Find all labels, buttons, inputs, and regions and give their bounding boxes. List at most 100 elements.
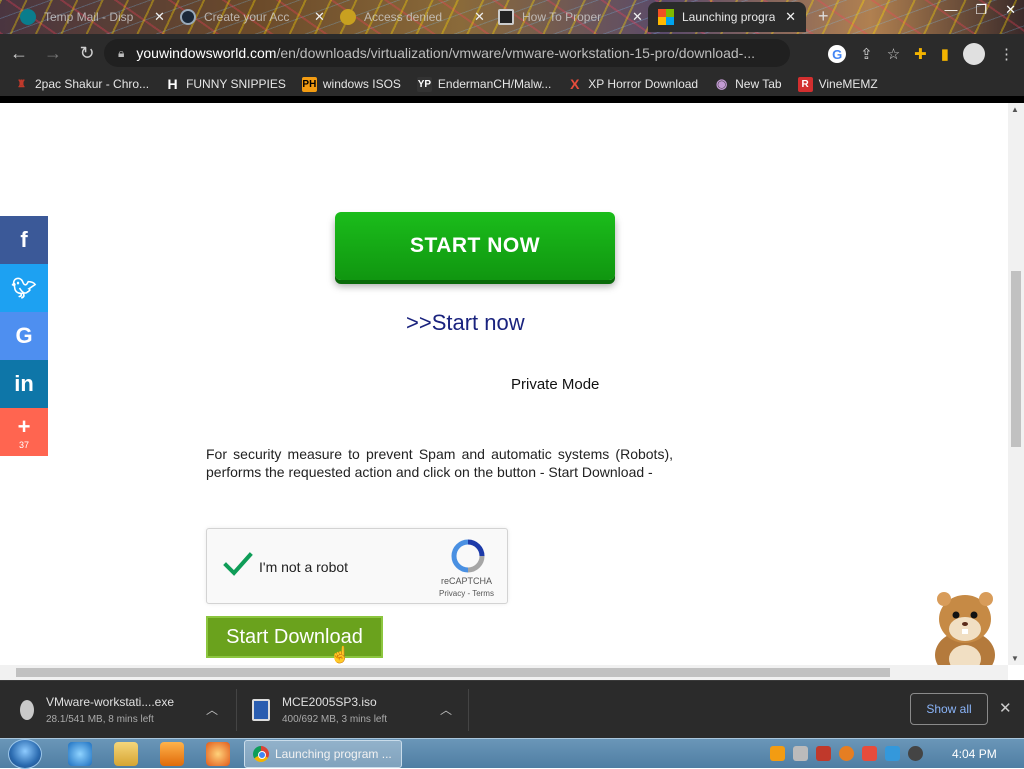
- bookmark-vinememz[interactable]: R VineMEMZ: [797, 76, 878, 92]
- bookmark-windows-isos[interactable]: PH windows ISOS: [301, 76, 401, 92]
- bookmark-label: 2pac Shakur - Chro...: [35, 77, 150, 91]
- r-logo-icon: R: [797, 76, 813, 92]
- tray-v-icon[interactable]: [816, 746, 831, 761]
- tab-title: Temp Mail - Disp: [44, 10, 134, 24]
- bookmark-label: XP Horror Download: [588, 77, 699, 91]
- exe-file-icon: [20, 700, 34, 720]
- social-share-bar: f 🐦︎ G in + 37: [0, 216, 48, 456]
- start-download-button[interactable]: Start Download: [206, 616, 383, 658]
- avatar[interactable]: [963, 43, 985, 65]
- maximize-icon[interactable]: ❐: [975, 2, 987, 18]
- tray-network-icon[interactable]: [885, 746, 900, 761]
- bookmark-new-tab[interactable]: ◉ New Tab: [714, 76, 782, 92]
- taskbar-clock[interactable]: 4:04 PM: [952, 747, 997, 761]
- extensions-icon[interactable]: ✚: [914, 45, 927, 63]
- close-window-icon[interactable]: ✕: [1005, 2, 1016, 18]
- url-host: youwindowsworld.com: [136, 45, 277, 61]
- paint-icon[interactable]: [206, 742, 230, 766]
- google-icon[interactable]: G: [828, 45, 847, 63]
- tray-volume-icon[interactable]: [908, 746, 923, 761]
- bookmark-label: New Tab: [735, 77, 782, 91]
- ph-logo-icon: PH: [301, 76, 317, 92]
- microsoft-icon: [658, 9, 674, 25]
- tab-how-to-proper[interactable]: How To Proper ✕: [488, 2, 653, 32]
- minimize-icon[interactable]: —: [944, 2, 957, 18]
- taskbar-task-label: Launching program ...: [275, 747, 392, 761]
- facebook-icon: f: [20, 227, 28, 252]
- forward-icon[interactable]: →: [38, 43, 68, 64]
- recaptcha-terms-link[interactable]: Privacy - Terms: [439, 589, 494, 598]
- scrollbar-thumb[interactable]: [1011, 271, 1021, 447]
- download-bar: VMware-workstati....exe 28.1/541 MB, 8 m…: [0, 680, 1024, 738]
- twitter-icon: 🐦︎: [11, 277, 37, 300]
- sidebar-icon[interactable]: ▮: [941, 45, 949, 63]
- vertical-scrollbar[interactable]: ▲ ▼: [1008, 103, 1024, 665]
- menu-icon[interactable]: ⋮: [999, 45, 1014, 63]
- tab-create-account[interactable]: Create your Acc ✕: [170, 2, 335, 32]
- tray-app-icon[interactable]: [793, 746, 808, 761]
- bookmark-endermanch[interactable]: YP EndermanCH/Malw...: [416, 76, 551, 92]
- tab-favicon-icon: [498, 9, 514, 25]
- address-bar[interactable]: 🔒︎ youwindowsworld.com /en/downloads/vir…: [104, 39, 790, 67]
- reload-icon[interactable]: ↻: [72, 43, 102, 64]
- tray-flag-icon[interactable]: [862, 746, 877, 761]
- tab-close-icon[interactable]: ✕: [632, 9, 643, 25]
- horizontal-scrollbar[interactable]: [0, 665, 1008, 680]
- bookmark-label: VineMEMZ: [818, 77, 878, 91]
- close-download-bar-icon[interactable]: ✕: [999, 699, 1012, 717]
- bookmark-2pac[interactable]: ♜ 2pac Shakur - Chro...: [14, 77, 149, 92]
- linkedin-share-button[interactable]: in: [0, 360, 48, 408]
- checkmark-icon[interactable]: [223, 549, 253, 579]
- download-item-vmware[interactable]: VMware-workstati....exe 28.1/541 MB, 8 m…: [20, 689, 174, 731]
- iso-file-icon: [252, 699, 270, 721]
- show-all-button[interactable]: Show all: [910, 693, 988, 725]
- new-tab-icon[interactable]: +: [818, 6, 829, 27]
- tab-close-icon[interactable]: ✕: [785, 9, 796, 25]
- tab-close-icon[interactable]: ✕: [314, 9, 325, 25]
- media-player-icon[interactable]: [160, 742, 184, 766]
- internet-explorer-icon[interactable]: [68, 742, 92, 766]
- bookmark-xp-horror[interactable]: X XP Horror Download: [567, 76, 699, 92]
- tab-title: How To Proper: [522, 10, 602, 24]
- private-mode-label: Private Mode: [511, 376, 600, 393]
- system-tray: [770, 746, 923, 761]
- twitter-share-button[interactable]: 🐦︎: [0, 264, 48, 312]
- more-share-button[interactable]: + 37: [0, 408, 48, 456]
- linkedin-icon: in: [14, 371, 34, 396]
- chrome-icon: [253, 746, 269, 762]
- bookmark-label: FUNNY SNIPPIES: [186, 77, 286, 91]
- google-share-button[interactable]: G: [0, 312, 48, 360]
- scrollbar-thumb[interactable]: [16, 668, 890, 677]
- scroll-up-icon[interactable]: ▲: [1011, 105, 1019, 114]
- page-viewport: f 🐦︎ G in + 37 START NOW >>Start now Pri…: [0, 103, 1008, 665]
- lock-icon: 🔒︎: [118, 45, 125, 60]
- download-item-mce[interactable]: MCE2005SP3.iso 400/692 MB, 3 mins left: [252, 689, 387, 731]
- back-icon[interactable]: ←: [4, 43, 34, 64]
- chevron-up-icon[interactable]: ︿: [440, 701, 452, 718]
- tab-launching-program[interactable]: Launching progra ✕: [648, 2, 806, 32]
- share-icon[interactable]: ⇪: [860, 45, 873, 63]
- download-status: 400/692 MB, 3 mins left: [282, 714, 388, 725]
- start-orb-icon[interactable]: [8, 739, 42, 769]
- window-controls: — ❐ ✕: [944, 2, 1016, 18]
- hand-cursor-icon: ☝: [330, 647, 350, 664]
- tab-temp-mail[interactable]: Temp Mail - Disp ✕: [10, 2, 175, 32]
- bookmark-label: windows ISOS: [322, 77, 401, 91]
- tab-close-icon[interactable]: ✕: [474, 9, 485, 25]
- tray-search-icon[interactable]: [839, 746, 854, 761]
- scroll-down-icon[interactable]: ▼: [1011, 654, 1019, 663]
- recaptcha-brand: reCAPTCHA: [441, 576, 493, 586]
- bookmark-funny-snippies[interactable]: H FUNNY SNIPPIES: [165, 76, 286, 92]
- facebook-share-button[interactable]: f: [0, 216, 48, 264]
- windows-taskbar: Launching program ... 4:04 PM: [0, 738, 1024, 769]
- bookmark-star-icon[interactable]: ☆: [887, 45, 900, 63]
- taskbar-chrome-window[interactable]: Launching program ...: [244, 740, 402, 768]
- start-now-button[interactable]: START NOW: [335, 212, 615, 280]
- start-now-link[interactable]: >>Start now: [406, 310, 525, 336]
- tab-access-denied[interactable]: Access denied ✕: [330, 2, 495, 32]
- download-status: 28.1/541 MB, 8 mins left: [46, 714, 154, 725]
- file-explorer-icon[interactable]: [114, 742, 138, 766]
- tab-close-icon[interactable]: ✕: [154, 9, 165, 25]
- tray-warning-icon[interactable]: [770, 746, 785, 761]
- chevron-up-icon[interactable]: ︿: [206, 701, 218, 718]
